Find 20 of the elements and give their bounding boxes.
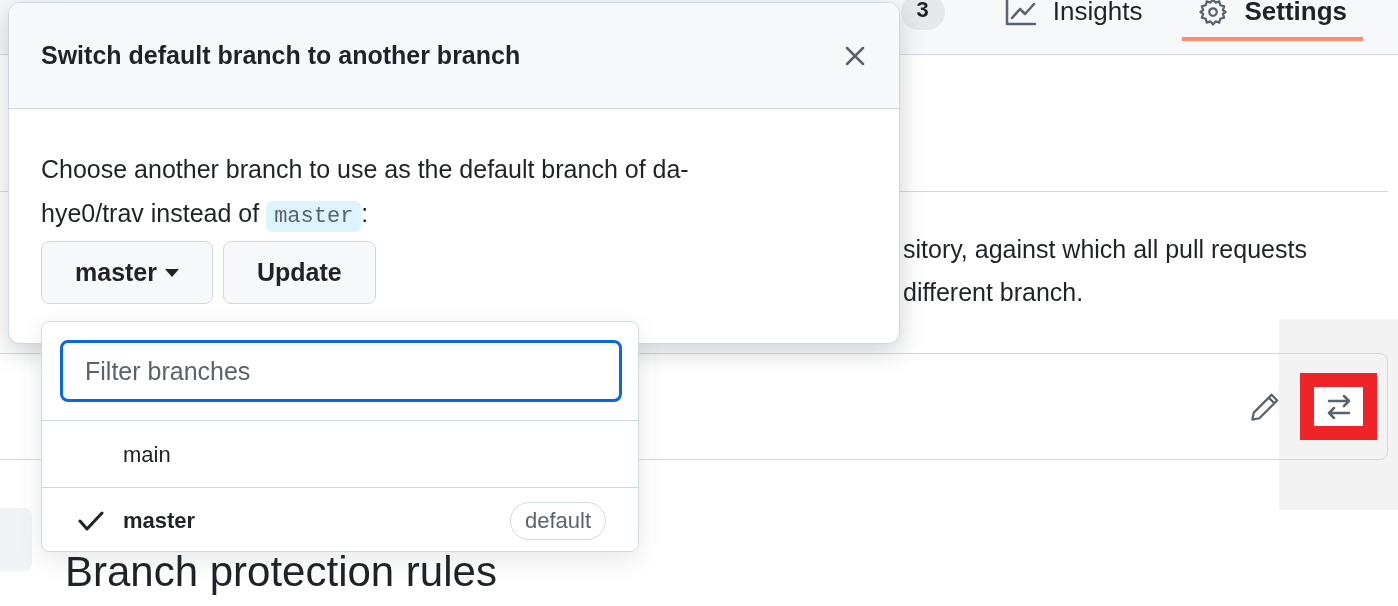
update-button[interactable]: Update	[223, 241, 376, 304]
branch-item[interactable]: main	[42, 421, 638, 487]
caret-icon	[165, 268, 179, 277]
switch-branch-button[interactable]	[1300, 373, 1377, 440]
close-icon[interactable]	[845, 45, 865, 66]
branch-name: main	[123, 440, 171, 469]
graph-icon	[1004, 0, 1037, 26]
nav-tab[interactable]: Insights	[988, 0, 1159, 41]
branch-select-button[interactable]: master	[41, 241, 213, 304]
counter-badge: 3	[900, 0, 945, 30]
edit-icon[interactable]	[1250, 391, 1280, 422]
filter-field[interactable]: Filter branches	[60, 340, 622, 402]
section-heading: Branch protection rules	[65, 548, 497, 596]
description-text: sitory, against which all pull requests different branch.	[903, 234, 1308, 308]
branch-name: master	[123, 507, 196, 535]
branch-item[interactable]: master default	[42, 487, 638, 551]
dialog-message: Choose another branch to use as the default branch of da-hye0/trav instead of master :	[9, 109, 809, 239]
nav-tab[interactable]: Settings	[1182, 0, 1363, 41]
dialog-title: Switch default branch to another branch	[41, 39, 521, 71]
settings-icon	[1198, 0, 1229, 27]
